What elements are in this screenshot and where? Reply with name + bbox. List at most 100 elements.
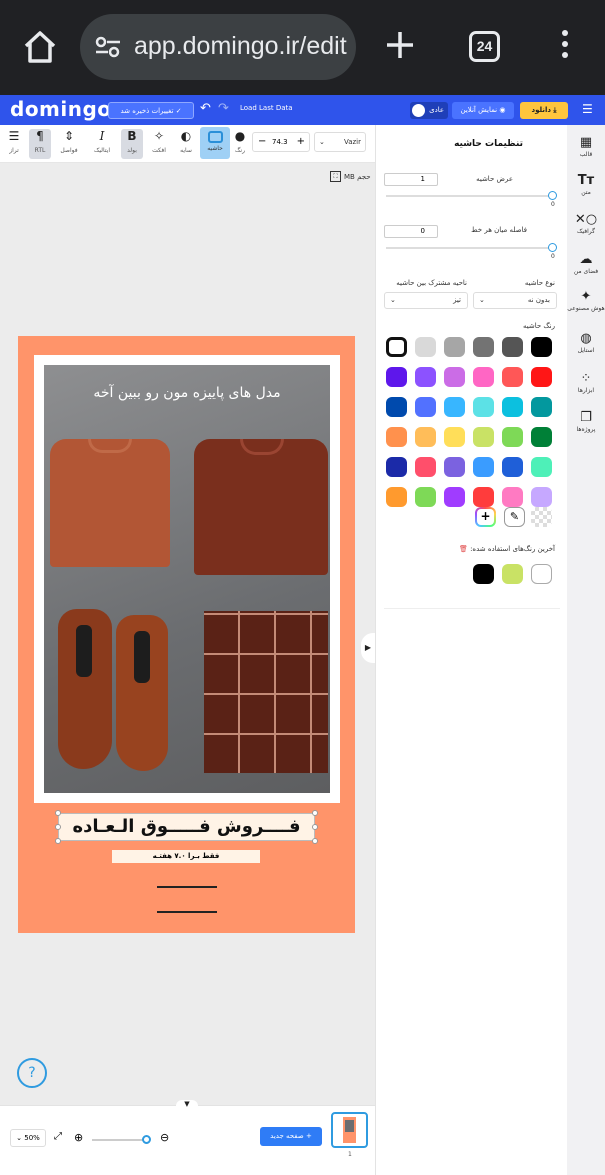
resize-handle[interactable]	[312, 838, 318, 844]
color-swatch[interactable]	[444, 427, 465, 447]
tab-count-button[interactable]: 24	[469, 31, 500, 62]
new-tab-icon[interactable]	[383, 28, 417, 62]
color-swatch[interactable]	[531, 457, 552, 477]
sidebar-item-my-space[interactable]: ☁ فضای من	[567, 252, 605, 276]
align-button[interactable]: ☰ تراز	[3, 129, 25, 154]
increase-size-icon[interactable]: +	[297, 133, 305, 151]
color-swatch[interactable]	[502, 487, 523, 507]
color-swatch[interactable]	[444, 487, 465, 507]
color-swatch[interactable]	[473, 457, 494, 477]
home-icon[interactable]	[22, 30, 58, 64]
panel-toggle-arrow[interactable]: ▶	[361, 633, 375, 663]
online-preview-button[interactable]: نمایش آنلاین ◉	[452, 102, 514, 119]
color-swatch[interactable]	[473, 337, 494, 357]
font-size-value[interactable]: 74.3	[272, 133, 288, 151]
design-page[interactable]: مدل های پاییزه مون رو ببین آخه فــــروش …	[18, 336, 355, 933]
color-swatch[interactable]	[415, 487, 436, 507]
trash-icon[interactable]: 🗑	[459, 545, 468, 553]
eyedropper-icon[interactable]: ✎	[504, 507, 525, 527]
clothes-photo[interactable]: مدل های پاییزه مون رو ببین آخه	[44, 365, 330, 793]
color-swatch[interactable]	[531, 397, 552, 417]
load-last-data-button[interactable]: Load Last Data	[240, 104, 293, 112]
font-select[interactable]: ⌄ Vazir	[314, 132, 366, 152]
color-swatch[interactable]	[444, 337, 465, 357]
shadow-button[interactable]: ◐ سایه	[175, 129, 197, 154]
color-swatch[interactable]	[473, 427, 494, 447]
color-swatch[interactable]	[444, 397, 465, 417]
photo-caption[interactable]: مدل های پاییزه مون رو ببین آخه	[44, 385, 330, 401]
font-size-stepper[interactable]: −74.3 +	[252, 132, 310, 152]
transparent-swatch[interactable]	[531, 507, 552, 527]
custom-color-button[interactable]: +	[475, 507, 496, 527]
color-swatch[interactable]	[502, 337, 523, 357]
new-page-button[interactable]: صفحه جدید +	[260, 1127, 322, 1146]
redo-icon[interactable]: ↷	[218, 101, 229, 116]
help-button[interactable]: ?	[17, 1058, 47, 1088]
color-swatch[interactable]	[502, 457, 523, 477]
sidebar-item-template[interactable]: ▦ قالب	[567, 135, 605, 159]
photo-frame[interactable]: مدل های پاییزه مون رو ببین آخه	[34, 355, 340, 803]
resize-handle[interactable]	[312, 810, 318, 816]
color-swatch[interactable]	[386, 337, 407, 357]
headline-text[interactable]: فــــروش فـــــوق الـعـاده	[58, 813, 315, 841]
resize-handle[interactable]	[55, 810, 61, 816]
page-thumbnail[interactable]	[331, 1112, 368, 1148]
collapse-arrow-icon[interactable]: ▼	[176, 1100, 198, 1112]
color-swatch[interactable]	[531, 427, 552, 447]
color-swatch[interactable]	[444, 367, 465, 387]
border-type-select[interactable]: ⌄ بدون نه	[473, 292, 557, 309]
sidebar-item-text[interactable]: Tт متن	[567, 173, 605, 197]
color-swatch[interactable]	[386, 367, 407, 387]
italic-button[interactable]: I ایتالیک	[91, 129, 113, 154]
subline-text[interactable]: فقط بـرا ۷.۰ هفتـه	[112, 850, 260, 863]
color-swatch[interactable]	[444, 457, 465, 477]
sidebar-item-ai[interactable]: ✦ هوش مصنوعی	[567, 289, 605, 313]
zoom-select[interactable]: ⌄ 50%	[10, 1129, 46, 1147]
hamburger-menu-icon[interactable]: ☰	[582, 102, 593, 116]
download-button[interactable]: دانلود ⤓	[520, 102, 568, 119]
color-swatch[interactable]	[415, 397, 436, 417]
zoom-slider-knob[interactable]	[142, 1135, 151, 1144]
recent-color-swatch[interactable]	[502, 564, 523, 584]
mode-toggle[interactable]: عادی	[410, 102, 448, 119]
zoom-in-icon[interactable]: ⊖	[160, 1131, 169, 1144]
divider-line[interactable]	[157, 886, 217, 888]
sidebar-item-style[interactable]: ◍ استایل	[567, 331, 605, 355]
color-swatch[interactable]	[502, 397, 523, 417]
slider-knob[interactable]	[548, 191, 557, 200]
shared-area-select[interactable]: ⌄ تیز	[384, 292, 468, 309]
resize-handle[interactable]	[312, 824, 318, 830]
color-swatch[interactable]	[473, 487, 494, 507]
sidebar-item-projects[interactable]: ❐ پروژه‌ها	[567, 410, 605, 434]
decrease-size-icon[interactable]: −	[258, 133, 266, 151]
recent-color-swatch[interactable]	[473, 564, 494, 584]
sidebar-item-tools[interactable]: ⁘ ابزارها	[567, 371, 605, 395]
color-swatch[interactable]	[415, 427, 436, 447]
color-swatch[interactable]	[415, 367, 436, 387]
undo-icon[interactable]: ↶	[200, 101, 211, 116]
color-swatch[interactable]	[502, 427, 523, 447]
color-swatch[interactable]	[386, 397, 407, 417]
site-settings-icon[interactable]	[94, 36, 122, 58]
browser-menu-icon[interactable]	[558, 30, 572, 66]
resize-handle[interactable]	[55, 824, 61, 830]
line-spacing-input[interactable]: 0	[384, 225, 438, 238]
divider-line[interactable]	[157, 911, 217, 913]
color-swatch[interactable]	[386, 427, 407, 447]
resize-handle[interactable]	[55, 838, 61, 844]
expand-icon[interactable]: ⛶	[330, 171, 341, 182]
color-swatch[interactable]	[531, 337, 552, 357]
bold-button[interactable]: B بولد	[121, 129, 143, 159]
zoom-slider[interactable]	[92, 1135, 151, 1144]
color-swatch[interactable]	[531, 487, 552, 507]
effect-button[interactable]: ✧ افکت	[148, 129, 170, 154]
color-swatch[interactable]	[415, 457, 436, 477]
color-swatch[interactable]	[415, 337, 436, 357]
line-spacing-slider[interactable]	[386, 243, 557, 252]
color-button[interactable]: ● رنگ	[229, 129, 251, 154]
color-swatch[interactable]	[473, 367, 494, 387]
spacing-button[interactable]: ⇕ فواصل	[58, 129, 80, 154]
color-swatch[interactable]	[386, 457, 407, 477]
sidebar-item-graphic[interactable]: ✕○ گرافیک	[567, 212, 605, 236]
color-swatch[interactable]	[531, 367, 552, 387]
